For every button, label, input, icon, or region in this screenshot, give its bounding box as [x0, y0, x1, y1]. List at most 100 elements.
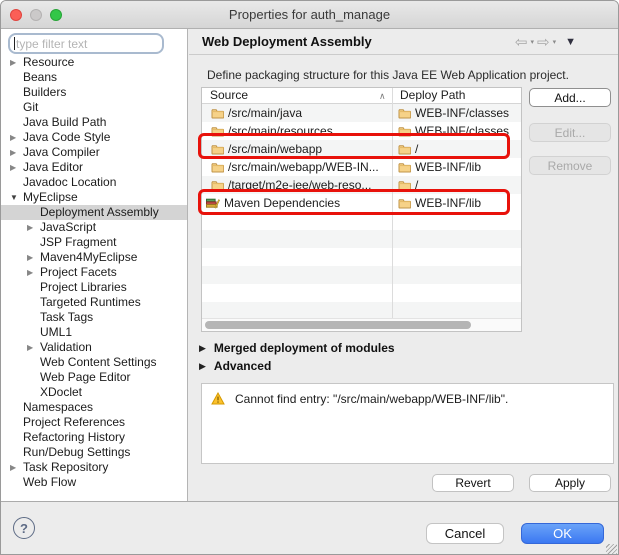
- sidebar-item-label: Java Code Style: [23, 130, 110, 145]
- forward-arrow-icon[interactable]: ⇨: [537, 35, 550, 50]
- sidebar-item-label: Web Page Editor: [40, 370, 131, 385]
- sidebar-item-label: Web Flow: [23, 475, 76, 490]
- chevron-collapsed-icon[interactable]: ▶: [27, 250, 40, 265]
- source-label: /src/main/resources: [228, 124, 333, 138]
- source-label: /src/main/webapp/WEB-IN...: [228, 160, 379, 174]
- view-menu-icon[interactable]: ▼: [565, 36, 576, 48]
- forward-dropdown-icon[interactable]: ▾: [553, 38, 557, 46]
- sidebar-item-resource[interactable]: ▶Resource: [1, 55, 187, 70]
- folder-icon: [398, 198, 411, 209]
- page-description: Define packaging structure for this Java…: [207, 68, 569, 82]
- sidebar-item-task-repository[interactable]: ▶Task Repository: [1, 460, 187, 475]
- sidebar-item-label: Java Build Path: [23, 115, 106, 130]
- maven-library-icon: [206, 198, 220, 209]
- back-dropdown-icon[interactable]: ▾: [531, 38, 535, 46]
- resize-grip[interactable]: [606, 544, 617, 555]
- cancel-button[interactable]: Cancel: [426, 523, 504, 544]
- sidebar-item-label: Targeted Runtimes: [40, 295, 141, 310]
- table-row-src-main-webapp[interactable]: /src/main/webapp/: [202, 140, 521, 158]
- sidebar-item-project-libraries[interactable]: Project Libraries: [1, 280, 187, 295]
- sort-ascending-icon: ∧: [379, 89, 386, 104]
- disclosure-triangle-icon[interactable]: ▶: [199, 361, 206, 372]
- horizontal-scrollbar-thumb[interactable]: [205, 321, 471, 329]
- apply-button[interactable]: Apply: [529, 474, 611, 492]
- close-window-icon[interactable]: [10, 9, 22, 21]
- messages-panel: Cannot find entry: "/src/main/webapp/WEB…: [201, 383, 614, 464]
- sidebar-item-beans[interactable]: Beans: [1, 70, 187, 85]
- sidebar-item-targeted-runtimes[interactable]: Targeted Runtimes: [1, 295, 187, 310]
- chevron-collapsed-icon[interactable]: ▶: [10, 145, 23, 160]
- column-header-source[interactable]: Source ∧: [202, 88, 392, 103]
- chevron-collapsed-icon[interactable]: ▶: [10, 460, 23, 475]
- table-header: Source ∧ Deploy Path: [202, 88, 521, 104]
- sidebar-item-label: Resource: [23, 55, 74, 70]
- deploy-path-cell: WEB-INF/classes: [392, 124, 521, 138]
- text-cursor: [14, 37, 15, 50]
- table-row-src-main-webapp-web-in[interactable]: /src/main/webapp/WEB-IN...WEB-INF/lib: [202, 158, 521, 176]
- sidebar-item-run-debug-settings[interactable]: Run/Debug Settings: [1, 445, 187, 460]
- chevron-collapsed-icon[interactable]: ▶: [10, 130, 23, 145]
- sidebar-item-web-page-editor[interactable]: Web Page Editor: [1, 370, 187, 385]
- sidebar-item-java-build-path[interactable]: Java Build Path: [1, 115, 187, 130]
- chevron-collapsed-icon[interactable]: ▶: [10, 160, 23, 175]
- sidebar-item-myeclipse[interactable]: ▼MyEclipse: [1, 190, 187, 205]
- warning-message: Cannot find entry: "/src/main/webapp/WEB…: [235, 392, 508, 406]
- sidebar-item-deployment-assembly[interactable]: Deployment Assembly: [1, 205, 187, 220]
- sidebar-item-jsp-fragment[interactable]: JSP Fragment: [1, 235, 187, 250]
- sidebar-item-web-flow[interactable]: Web Flow: [1, 475, 187, 490]
- section-merged-deployment[interactable]: ▶ Merged deployment of modules: [199, 341, 395, 355]
- back-arrow-icon[interactable]: ⇦: [515, 35, 528, 50]
- sidebar-item-maven4myeclipse[interactable]: ▶Maven4MyEclipse: [1, 250, 187, 265]
- revert-button[interactable]: Revert: [432, 474, 514, 492]
- column-divider[interactable]: [392, 88, 393, 318]
- sidebar-item-project-facets[interactable]: ▶Project Facets: [1, 265, 187, 280]
- sidebar-item-java-editor[interactable]: ▶Java Editor: [1, 160, 187, 175]
- source-cell: /src/main/webapp: [202, 142, 392, 156]
- sidebar-item-label: Git: [23, 100, 38, 115]
- sidebar-item-refactoring-history[interactable]: Refactoring History: [1, 430, 187, 445]
- ok-button[interactable]: OK: [521, 523, 604, 544]
- deploy-path-cell: WEB-INF/classes: [392, 106, 521, 120]
- main-panel: Web Deployment Assembly ⇦ ▾ ⇨ ▾ ▼ Define…: [189, 29, 619, 501]
- chevron-collapsed-icon[interactable]: ▶: [27, 340, 40, 355]
- sidebar-item-project-references[interactable]: Project References: [1, 415, 187, 430]
- sidebar-item-web-content-settings[interactable]: Web Content Settings: [1, 355, 187, 370]
- sidebar-item-task-tags[interactable]: Task Tags: [1, 310, 187, 325]
- filter-input[interactable]: [8, 33, 164, 54]
- sidebar-item-label: MyEclipse: [23, 190, 78, 205]
- source-cell: Maven Dependencies: [202, 196, 392, 210]
- remove-button[interactable]: Remove: [529, 156, 611, 175]
- add-button[interactable]: Add...: [529, 88, 611, 107]
- sidebar-item-uml1[interactable]: UML1: [1, 325, 187, 340]
- section-advanced[interactable]: ▶ Advanced: [199, 359, 271, 373]
- zoom-window-icon[interactable]: [50, 9, 62, 21]
- sidebar-item-label: Refactoring History: [23, 430, 125, 445]
- sidebar-item-java-compiler[interactable]: ▶Java Compiler: [1, 145, 187, 160]
- table-row-src-main-resources[interactable]: /src/main/resources WEB-INF/classes: [202, 122, 521, 140]
- sidebar-item-xdoclet[interactable]: XDoclet: [1, 385, 187, 400]
- disclosure-triangle-icon[interactable]: ▶: [199, 343, 206, 354]
- page-banner: Web Deployment Assembly ⇦ ▾ ⇨ ▾ ▼: [189, 29, 619, 55]
- sidebar-item-builders[interactable]: Builders: [1, 85, 187, 100]
- horizontal-scrollbar[interactable]: [202, 318, 521, 331]
- deploy-path-cell: WEB-INF/lib: [392, 196, 521, 210]
- table-row-target-m2e-jee-web-reso[interactable]: /target/m2e-jee/web-reso.../: [202, 176, 521, 194]
- chevron-expanded-icon[interactable]: ▼: [10, 190, 23, 205]
- source-label: /target/m2e-jee/web-reso...: [228, 178, 371, 192]
- chevron-collapsed-icon[interactable]: ▶: [10, 55, 23, 70]
- history-nav: ⇦ ▾ ⇨ ▾ ▼: [515, 29, 576, 55]
- help-button[interactable]: ?: [13, 517, 35, 539]
- sidebar-item-namespaces[interactable]: Namespaces: [1, 400, 187, 415]
- chevron-collapsed-icon[interactable]: ▶: [27, 220, 40, 235]
- sidebar-item-javascript[interactable]: ▶JavaScript: [1, 220, 187, 235]
- table-row-src-main-java[interactable]: /src/main/javaWEB-INF/classes: [202, 104, 521, 122]
- table-row-maven-dependencies[interactable]: Maven DependenciesWEB-INF/lib: [202, 194, 521, 212]
- deploy-path-label: WEB-INF/classes: [415, 124, 509, 138]
- sidebar-item-validation[interactable]: ▶Validation: [1, 340, 187, 355]
- column-header-deploy-path[interactable]: Deploy Path: [392, 88, 521, 103]
- chevron-collapsed-icon[interactable]: ▶: [27, 265, 40, 280]
- sidebar-item-javadoc-location[interactable]: Javadoc Location: [1, 175, 187, 190]
- edit-button[interactable]: Edit...: [529, 123, 611, 142]
- sidebar-item-java-code-style[interactable]: ▶Java Code Style: [1, 130, 187, 145]
- sidebar-item-git[interactable]: Git: [1, 100, 187, 115]
